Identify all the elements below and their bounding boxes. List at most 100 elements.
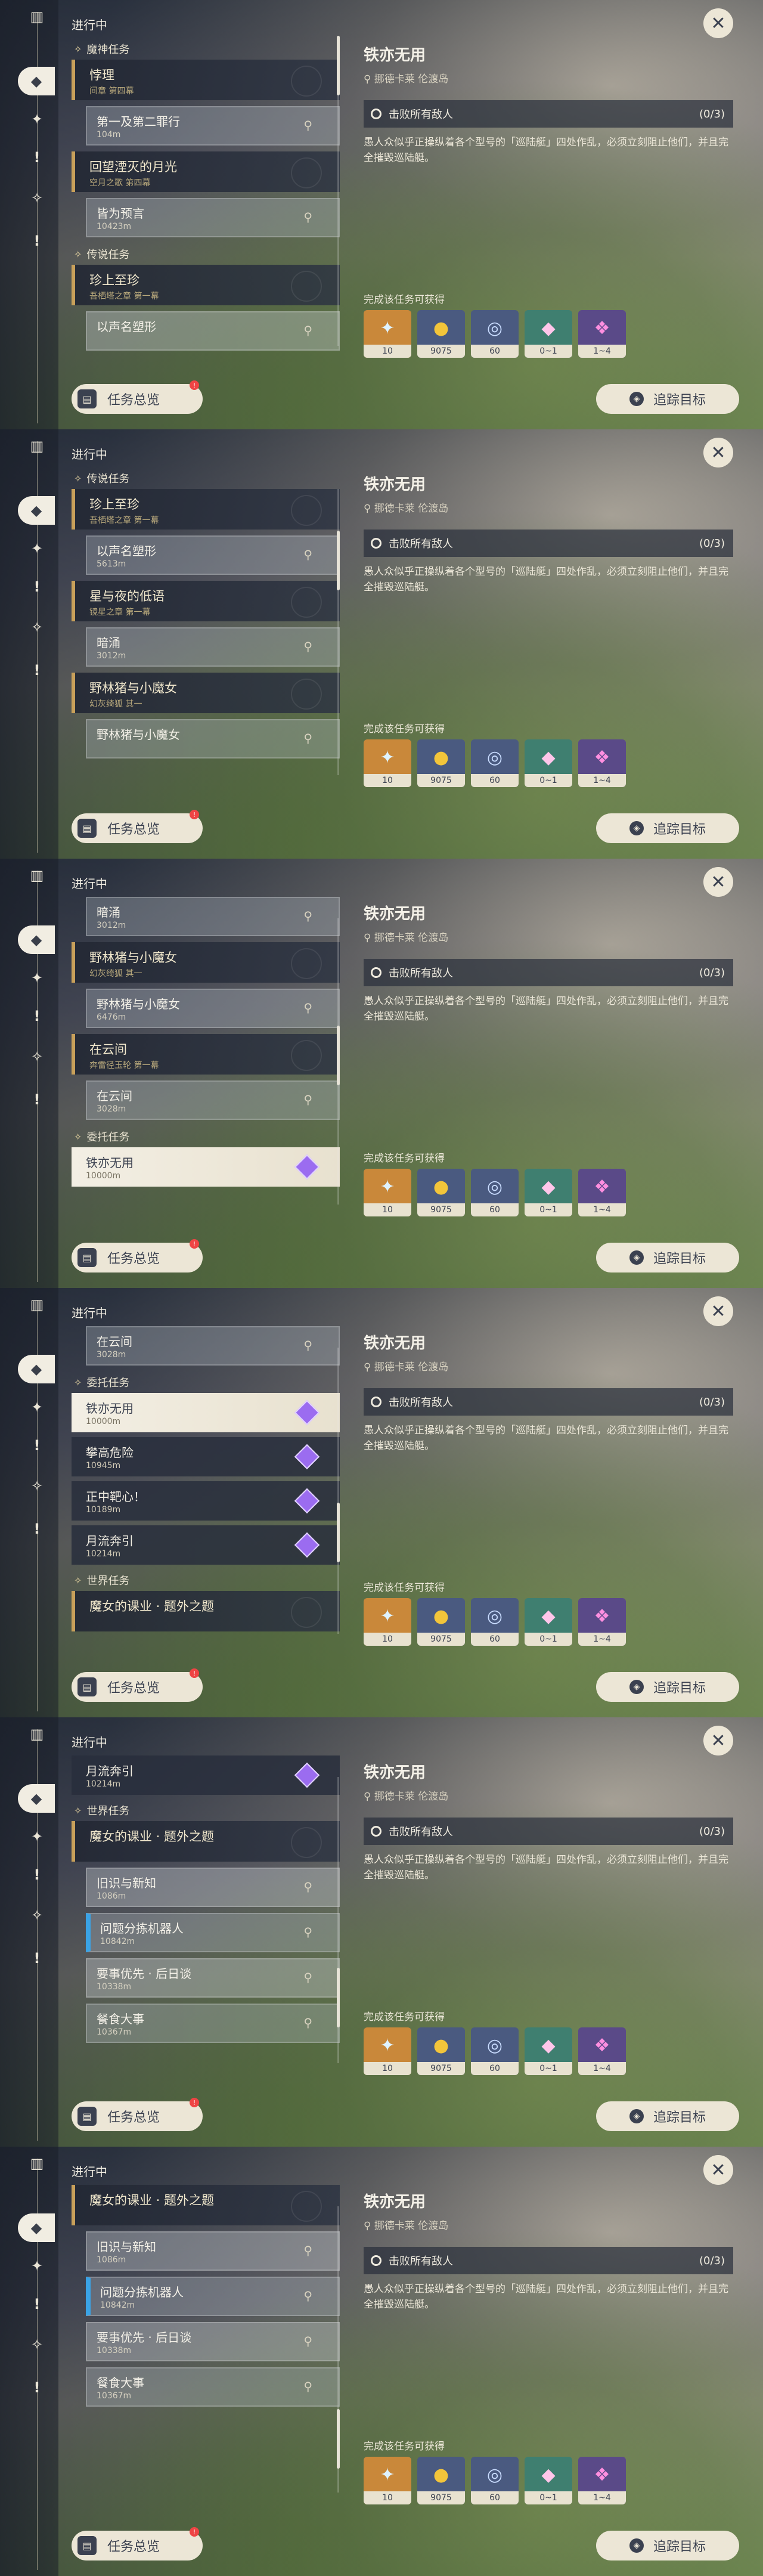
- alert-icon[interactable]: !: [26, 1435, 48, 1456]
- exclaim-icon[interactable]: !: [26, 1089, 48, 1110]
- list-scrollbar-thumb[interactable]: [337, 2409, 340, 2469]
- reward-item[interactable]: ✦ 10: [364, 310, 411, 358]
- reward-item[interactable]: ◎ 60: [471, 1598, 519, 1646]
- list-scrollbar-thumb[interactable]: [337, 36, 340, 95]
- quest-chapter[interactable]: 魔女的课业 · 题外之题: [72, 1821, 340, 1862]
- archon-quest-icon[interactable]: ✦: [26, 1826, 48, 1847]
- reward-item[interactable]: ◆ 0~1: [525, 2457, 572, 2504]
- reward-item[interactable]: ● 9075: [417, 739, 465, 787]
- reward-item[interactable]: ✦ 10: [364, 2457, 411, 2504]
- reward-item[interactable]: ◎ 60: [471, 2457, 519, 2504]
- alert-icon[interactable]: !: [26, 147, 48, 168]
- quest-step[interactable]: 皆为预言 10423m ⚲: [86, 198, 340, 237]
- reward-item[interactable]: ❖ 1~4: [578, 310, 626, 358]
- commission-item[interactable]: 月流奔引 10214m: [72, 1525, 340, 1565]
- quest-step[interactable]: 旧识与新知 1086m ⚲: [86, 2231, 340, 2271]
- quest-chapter[interactable]: 回望湮灭的月光 空月之歌 第四幕: [72, 151, 340, 192]
- commission-icon[interactable]: ◆: [18, 2213, 55, 2242]
- commission-icon[interactable]: ◆: [18, 925, 55, 954]
- reward-item[interactable]: ❖ 1~4: [578, 1169, 626, 1216]
- list-scrollbar-track[interactable]: [337, 1348, 339, 1634]
- reward-item[interactable]: ✦ 10: [364, 1169, 411, 1216]
- quest-step[interactable]: 问题分拣机器人 10842m ⚲: [86, 2277, 340, 2316]
- exclaim-icon[interactable]: !: [26, 660, 48, 681]
- compass-icon[interactable]: ✧: [26, 187, 48, 209]
- reward-item[interactable]: ❖ 1~4: [578, 739, 626, 787]
- track-target-button[interactable]: ◈ 追踪目标: [596, 813, 739, 843]
- reward-item[interactable]: ◆ 0~1: [525, 2027, 572, 2075]
- reward-item[interactable]: ❖ 1~4: [578, 2457, 626, 2504]
- archon-quest-icon[interactable]: ✦: [26, 538, 48, 559]
- reward-item[interactable]: ◆ 0~1: [525, 1598, 572, 1646]
- commission-item[interactable]: 攀高危险 10945m: [72, 1437, 340, 1476]
- archon-quest-icon[interactable]: ✦: [26, 109, 48, 130]
- alert-icon[interactable]: !: [26, 1864, 48, 1885]
- commission-item[interactable]: 正中靶心！ 10189m: [72, 1481, 340, 1521]
- commission-item[interactable]: 铁亦无用 10000m: [72, 1147, 340, 1187]
- track-target-button[interactable]: ◈ 追踪目标: [596, 1243, 739, 1272]
- reward-item[interactable]: ❖ 1~4: [578, 1598, 626, 1646]
- reward-item[interactable]: ✦ 10: [364, 1598, 411, 1646]
- quest-step[interactable]: 问题分拣机器人 10842m ⚲: [86, 1913, 340, 1952]
- quest-overview-button[interactable]: ▤ 任务总览 !: [72, 2527, 203, 2560]
- reward-item[interactable]: ✦ 10: [364, 739, 411, 787]
- close-button[interactable]: ✕: [703, 8, 733, 38]
- compass-icon[interactable]: ✧: [26, 1475, 48, 1497]
- reward-item[interactable]: ✦ 10: [364, 2027, 411, 2075]
- reward-item[interactable]: ● 9075: [417, 2027, 465, 2075]
- close-button[interactable]: ✕: [703, 1296, 733, 1326]
- quest-step[interactable]: 要事优先 · 后日谈 10338m ⚲: [86, 2322, 340, 2361]
- quest-book-icon[interactable]: ▥: [26, 435, 48, 457]
- quest-step[interactable]: 野林猪与小魔女 6476m ⚲: [86, 989, 340, 1028]
- track-target-button[interactable]: ◈ 追踪目标: [596, 2531, 739, 2560]
- commission-item[interactable]: 铁亦无用 10000m: [72, 1393, 340, 1432]
- quest-step[interactable]: 以声名塑形 ⚲: [86, 311, 340, 351]
- quest-chapter[interactable]: 珍上至珍 吾栖塔之章 第一幕: [72, 489, 340, 530]
- quest-chapter[interactable]: 珍上至珍 吾栖塔之章 第一幕: [72, 265, 340, 305]
- compass-icon[interactable]: ✧: [26, 2334, 48, 2355]
- reward-item[interactable]: ◆ 0~1: [525, 310, 572, 358]
- reward-item[interactable]: ● 9075: [417, 1169, 465, 1216]
- quest-book-icon[interactable]: ▥: [26, 1294, 48, 1315]
- close-button[interactable]: ✕: [703, 867, 733, 897]
- compass-icon[interactable]: ✧: [26, 1046, 48, 1067]
- reward-item[interactable]: ◎ 60: [471, 2027, 519, 2075]
- track-target-button[interactable]: ◈ 追踪目标: [596, 384, 739, 414]
- reward-item[interactable]: ◎ 60: [471, 310, 519, 358]
- reward-item[interactable]: ● 9075: [417, 2457, 465, 2504]
- quest-chapter[interactable]: 野林猪与小魔女 幻灰绮狐 其一: [72, 673, 340, 713]
- exclaim-icon[interactable]: !: [26, 2377, 48, 2398]
- quest-book-icon[interactable]: ▥: [26, 6, 48, 27]
- reward-item[interactable]: ◆ 0~1: [525, 739, 572, 787]
- quest-step[interactable]: 暗涌 3012m ⚲: [86, 627, 340, 667]
- quest-chapter[interactable]: 星与夜的低语 镜星之章 第一幕: [72, 581, 340, 621]
- quest-step[interactable]: 要事优先 · 后日谈 10338m ⚲: [86, 1958, 340, 1998]
- archon-quest-icon[interactable]: ✦: [26, 967, 48, 989]
- list-scrollbar-thumb[interactable]: [337, 1503, 340, 1562]
- reward-item[interactable]: ◎ 60: [471, 1169, 519, 1216]
- alert-icon[interactable]: !: [26, 1005, 48, 1027]
- quest-step[interactable]: 暗涌 3012m ⚲: [86, 897, 340, 936]
- quest-book-icon[interactable]: ▥: [26, 1723, 48, 1745]
- quest-overview-button[interactable]: ▤ 任务总览 !: [72, 810, 203, 843]
- quest-book-icon[interactable]: ▥: [26, 2153, 48, 2174]
- quest-step[interactable]: 旧识与新知 1086m ⚲: [86, 1868, 340, 1907]
- compass-icon[interactable]: ✧: [26, 617, 48, 638]
- quest-step[interactable]: 餐食大事 10367m ⚲: [86, 2004, 340, 2043]
- list-scrollbar-thumb[interactable]: [337, 531, 340, 590]
- list-scrollbar-thumb[interactable]: [337, 1968, 340, 2027]
- quest-chapter[interactable]: 在云间 奔雷径玉轮 第一幕: [72, 1034, 340, 1075]
- compass-icon[interactable]: ✧: [26, 1905, 48, 1926]
- exclaim-icon[interactable]: !: [26, 1948, 48, 1969]
- quest-book-icon[interactable]: ▥: [26, 865, 48, 886]
- exclaim-icon[interactable]: !: [26, 1518, 48, 1540]
- archon-quest-icon[interactable]: ✦: [26, 1397, 48, 1418]
- quest-step[interactable]: 在云间 3028m ⚲: [86, 1080, 340, 1120]
- commission-item[interactable]: 月流奔引 10214m: [72, 1755, 340, 1795]
- commission-icon[interactable]: ◆: [18, 1784, 55, 1813]
- archon-quest-icon[interactable]: ✦: [26, 2255, 48, 2277]
- list-scrollbar-thumb[interactable]: [337, 1026, 340, 1085]
- quest-step[interactable]: 野林猪与小魔女 ⚲: [86, 719, 340, 758]
- commission-icon[interactable]: ◆: [18, 67, 55, 95]
- quest-overview-button[interactable]: ▤ 任务总览 !: [72, 1668, 203, 1702]
